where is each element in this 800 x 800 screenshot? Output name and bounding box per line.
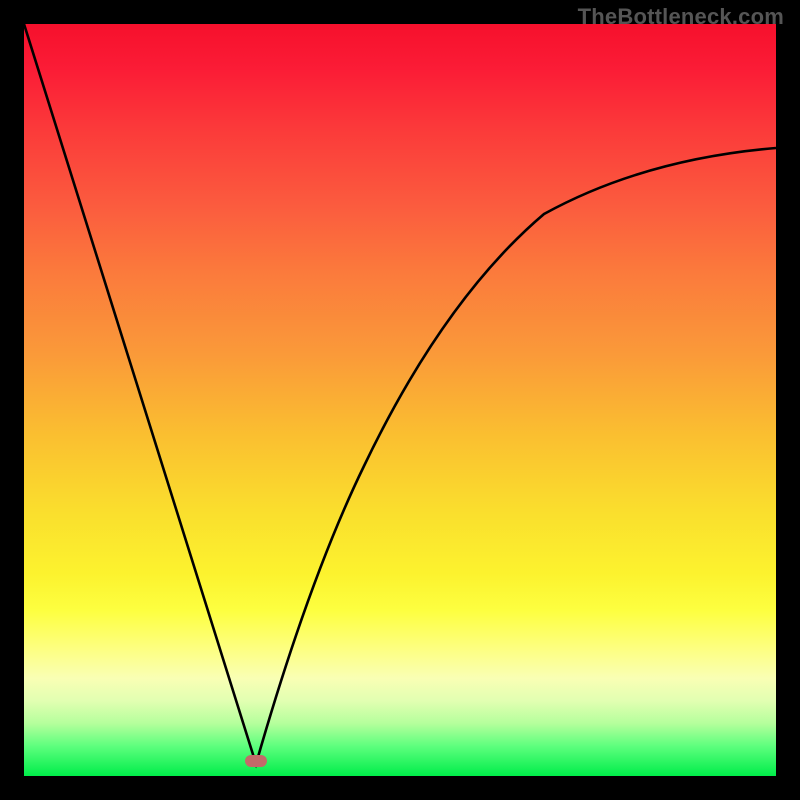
optimal-marker	[245, 755, 267, 767]
bottleneck-curve	[24, 24, 776, 776]
watermark-text: TheBottleneck.com	[578, 4, 784, 30]
curve-path	[24, 24, 776, 764]
chart-frame	[24, 24, 776, 776]
